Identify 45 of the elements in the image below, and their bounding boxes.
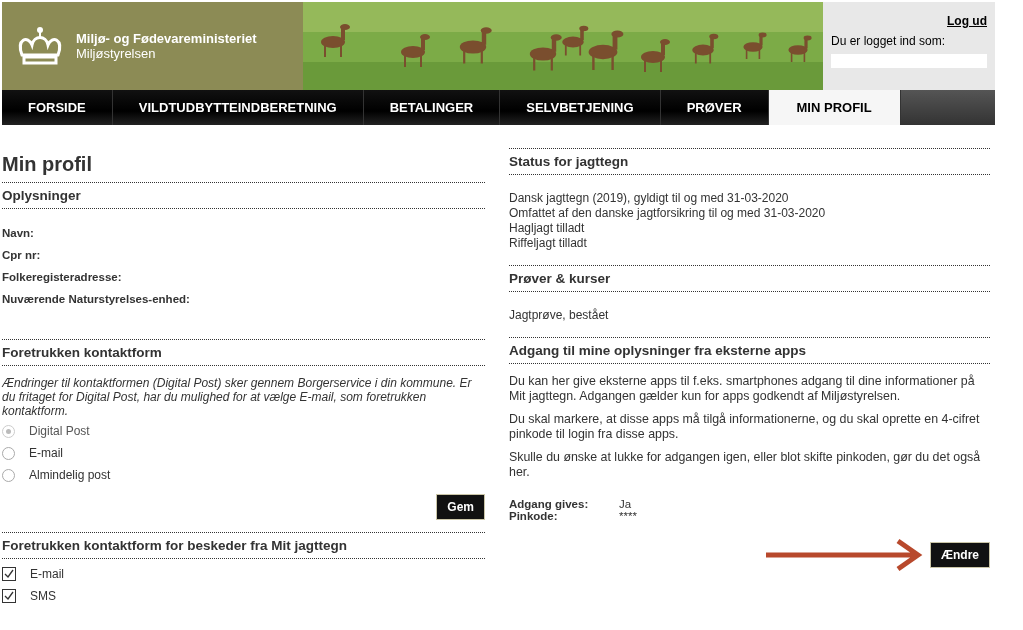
logged-in-label: Du er logget ind som:	[831, 34, 947, 48]
ministry-name: Miljø- og Fødevareministeriet	[76, 31, 257, 46]
paragraph: Skulle du ønske at lukke for adgangen igen, eller blot skifte pinkoden, gør du det også her.	[509, 450, 982, 480]
field-label: Nuværende Naturstyrelses-enhed:	[2, 293, 191, 305]
checkbox[interactable]	[2, 567, 16, 581]
status-line: Dansk jagttegn (2019), gyldigt til og med 31-03-2020	[509, 191, 790, 206]
option-label: Almindelig post	[29, 468, 111, 482]
section-heading: Adgang til mine oplysninger fra eksterne apps	[509, 337, 990, 364]
fact-value: Ja	[619, 498, 633, 510]
radio-button[interactable]	[2, 468, 15, 482]
nav-tab[interactable]: PRØVER	[660, 90, 769, 125]
section-heading: Foretrukken kontaktform	[2, 339, 485, 366]
save-button[interactable]: Gem	[436, 494, 485, 520]
field-label: Navn:	[2, 227, 35, 239]
field-label: Folkeregisteradresse:	[2, 271, 123, 283]
status-line: Hagljagt tilladt	[509, 221, 586, 236]
course-line: Jagtprøve, bestået	[509, 308, 610, 323]
change-button[interactable]: Ændre	[930, 542, 990, 568]
nav-tab[interactable]: SELVBETJENING	[500, 90, 661, 125]
page-title: Min profil	[2, 153, 92, 176]
nav-tab[interactable]: MIN PROFIL	[768, 90, 901, 125]
option-label: E-mail	[30, 567, 64, 581]
section-heading: Prøver & kurser	[509, 265, 990, 292]
contact-note: Ændringer til kontaktformen (Digital Post) sker gennem Borgerservice i din kommune. Er du fritaget for Digital Post, har du mulighed for at vælge E-mail, som foretrukken kontaktform.	[2, 376, 473, 418]
nav-tab[interactable]: VILDTUDBYTTEINDBERETNING	[112, 90, 364, 125]
radio-button[interactable]	[2, 446, 15, 460]
status-line: Omfattet af den danske jagtforsikring til og med 31-03-2020	[509, 206, 827, 221]
nav-tab[interactable]: BETALINGER	[363, 90, 501, 125]
section-heading: Status for jagttegn	[509, 148, 990, 175]
agency-name: Miljøstyrelsen	[76, 46, 157, 61]
option-label: E-mail	[29, 446, 63, 460]
paragraph: Du kan her give eksterne apps til f.eks. smartphones adgang til dine informationer på Mit jagttegn. Adgangen gælder kun for apps godkendt af Miljøstyrelsen.	[509, 374, 976, 404]
nav-tab[interactable]: FORSIDE	[2, 90, 113, 125]
fact-label: Pinkode:	[509, 510, 559, 522]
section-heading: Oplysninger	[2, 182, 485, 209]
fact-value: ****	[619, 510, 638, 522]
option-label: Digital Post	[29, 424, 90, 438]
option-label: SMS	[30, 589, 56, 603]
paragraph: Du skal markere, at disse apps må tilgå informationerne, og du skal oprette en 4-cifret pinkode til login fra disse apps.	[509, 412, 981, 442]
status-line: Riffeljagt tilladt	[509, 236, 588, 251]
field-label: Cpr nr:	[2, 249, 42, 261]
logout-link[interactable]: Log ud	[947, 14, 987, 28]
checkbox[interactable]	[2, 589, 16, 603]
fact-label: Adgang gives:	[509, 498, 590, 510]
section-heading: Foretrukken kontaktform for beskeder fra Mit jagttegn	[2, 532, 485, 559]
